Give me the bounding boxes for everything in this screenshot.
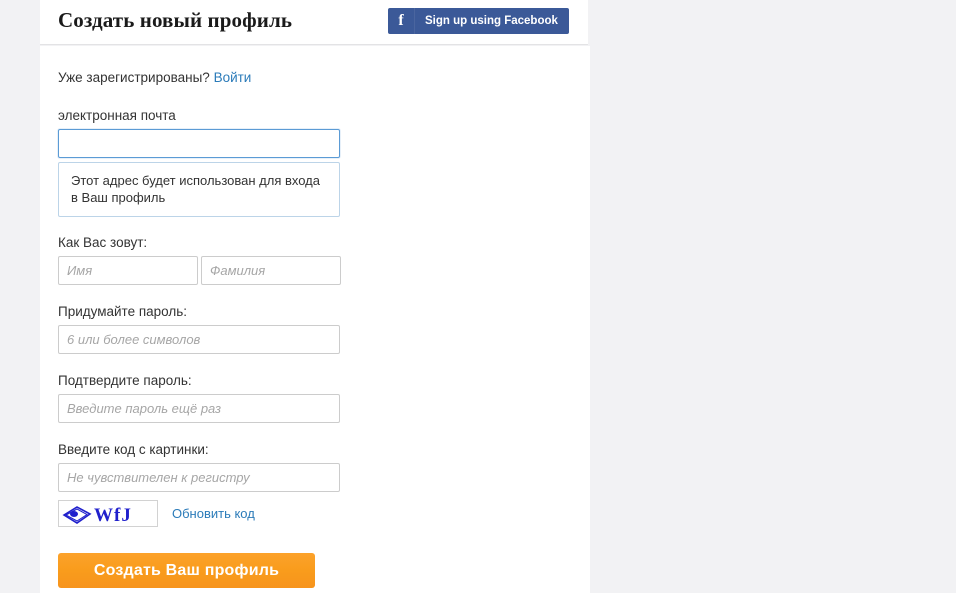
svg-text:WfJ: WfJ (94, 505, 132, 526)
facebook-signup-label: Sign up using Facebook (425, 15, 558, 27)
password-confirm-group: Подтвердите пароль: (58, 373, 458, 423)
password-group: Придумайте пароль: (58, 304, 458, 354)
page-header: Создать новый профиль f Sign up using Fa… (40, 0, 588, 45)
name-group: Как Вас зовут: (58, 235, 458, 285)
page-title: Создать новый профиль (58, 8, 293, 32)
email-input[interactable] (58, 129, 340, 158)
password-confirm-input[interactable] (58, 394, 340, 423)
login-prompt-text: Уже зарегистрированы? (58, 70, 210, 85)
registration-form: Уже зарегистрированы? Войти электронная … (58, 70, 458, 588)
login-prompt: Уже зарегистрированы? Войти (58, 70, 458, 85)
captcha-image: WfJ (58, 500, 158, 527)
captcha-label: Введите код с картинки: (58, 442, 209, 457)
captcha-swirl-icon (62, 505, 92, 524)
facebook-f-icon: f (388, 8, 415, 34)
captcha-group: Введите код с картинки: WfJ О (58, 442, 458, 527)
captcha-row: WfJ Обновить код (58, 500, 458, 527)
email-hint-tooltip: Этот адрес будет использован для входа в… (58, 162, 340, 217)
create-profile-button[interactable]: Создать Ваш профиль (58, 553, 315, 588)
password-input[interactable] (58, 325, 340, 354)
facebook-signup-button[interactable]: f Sign up using Facebook (388, 8, 569, 34)
captcha-input[interactable] (58, 463, 340, 492)
captcha-refresh-link[interactable]: Обновить код (172, 506, 255, 521)
login-link[interactable]: Войти (214, 70, 252, 85)
password-label: Придумайте пароль: (58, 304, 188, 319)
name-label: Как Вас зовут: (58, 235, 148, 250)
email-group: электронная почта Этот адрес будет испол… (58, 108, 458, 217)
last-name-input[interactable] (201, 256, 341, 285)
registration-page: Создать новый профиль f Sign up using Fa… (0, 0, 956, 593)
email-label: электронная почта (58, 108, 176, 123)
first-name-input[interactable] (58, 256, 198, 285)
registration-panel: Уже зарегистрированы? Войти электронная … (40, 46, 590, 593)
captcha-code-graphic: WfJ (62, 505, 132, 526)
password-confirm-label: Подтвердите пароль: (58, 373, 192, 388)
name-row (58, 256, 458, 285)
